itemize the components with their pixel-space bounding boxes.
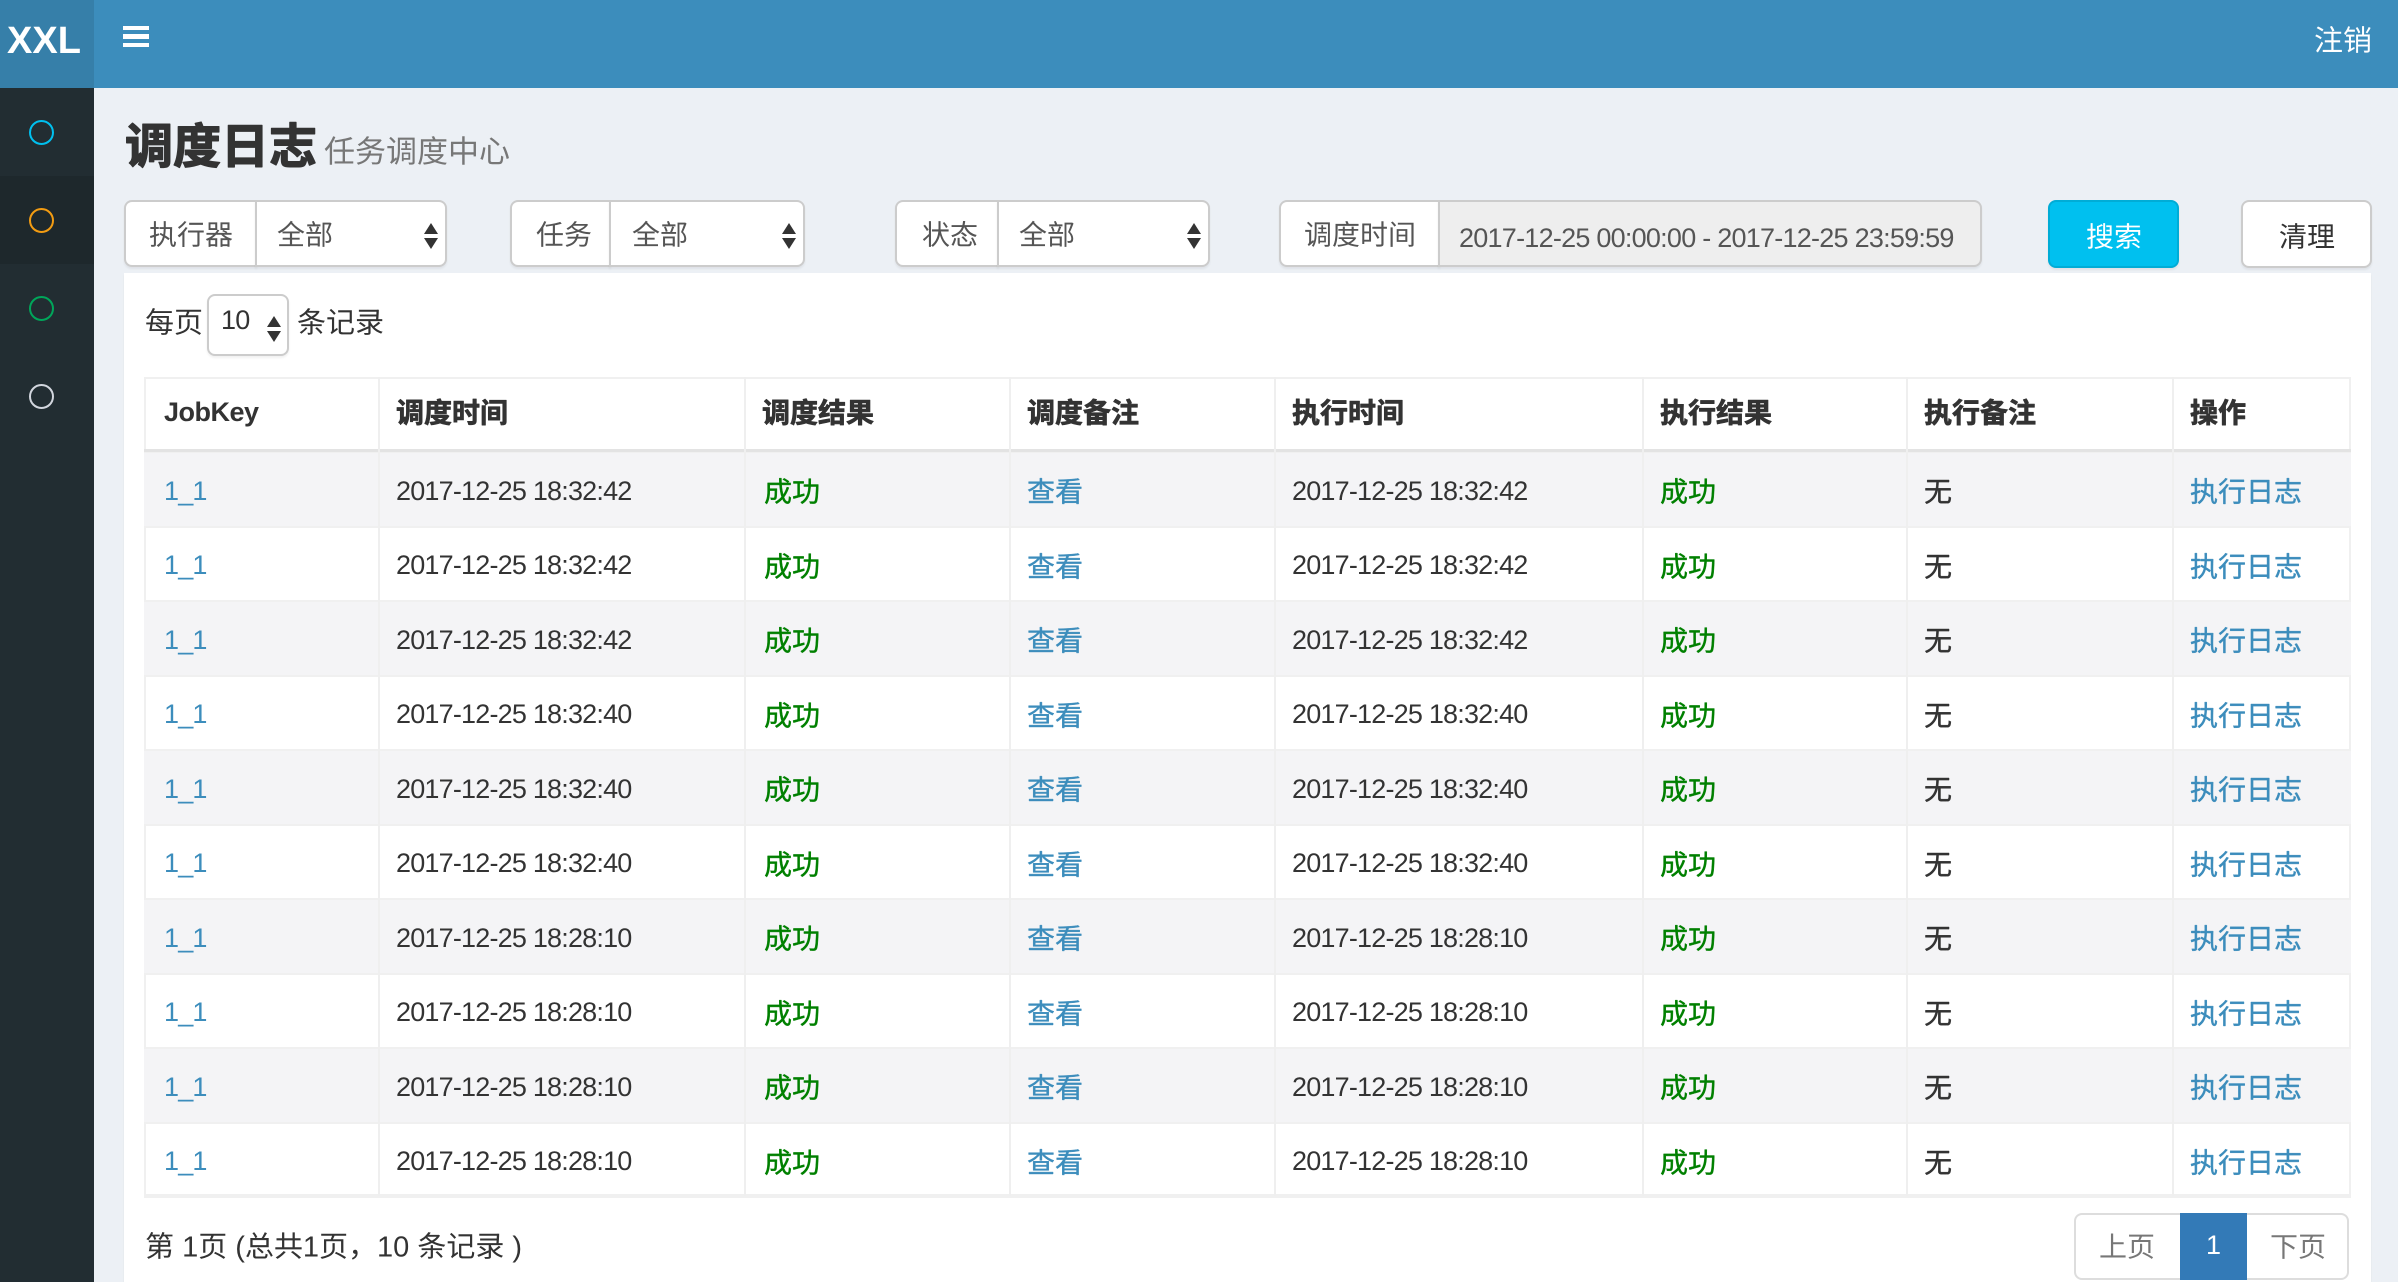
svg-text:): ) [512, 1232, 522, 1264]
svg-text:(: ( [235, 1232, 245, 1264]
svg-text:1: 1 [182, 1232, 198, 1264]
svg-text:1: 1 [303, 1232, 319, 1264]
svg-text:10: 10 [377, 1232, 409, 1264]
